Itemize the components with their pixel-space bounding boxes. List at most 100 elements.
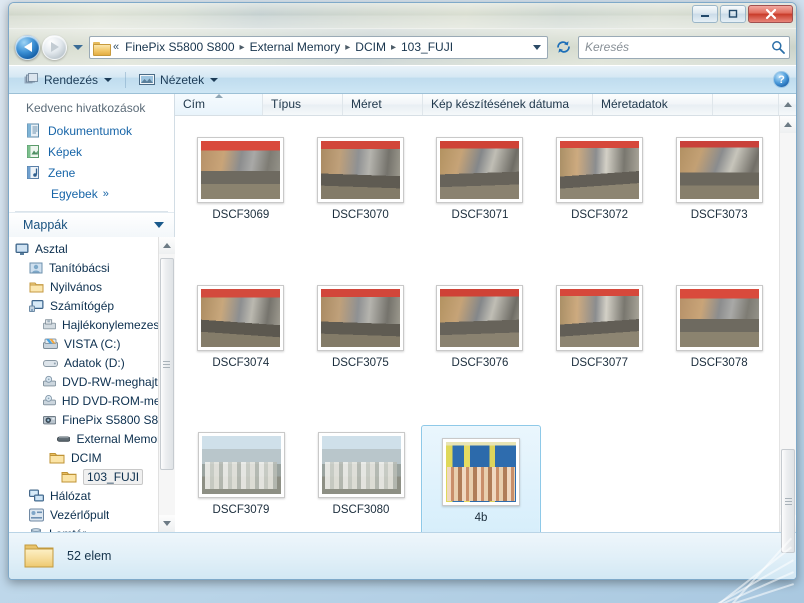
recent-locations-button[interactable] — [71, 44, 85, 50]
breadcrumb-item-0[interactable]: FinePix S5800 S800 — [122, 39, 237, 55]
sidebar-scroll-thumb[interactable] — [159, 258, 174, 471]
chevron-up-icon — [784, 122, 792, 127]
column-header-meret[interactable]: Méret — [343, 94, 423, 115]
tree-item-103-fuji[interactable]: 103_FUJI — [9, 467, 158, 486]
file-tile[interactable]: DSCF3078 — [659, 278, 779, 377]
tree-item-vista-c[interactable]: VISTA (C:) — [9, 334, 158, 353]
column-header-label: Méretadatok — [601, 97, 668, 111]
tree-item-tanitobacsi[interactable]: Tanítóbácsi — [9, 258, 158, 277]
title-bar[interactable] — [9, 3, 796, 29]
file-tile[interactable]: DSCF3071 — [420, 130, 540, 229]
chevron-right-icon[interactable]: ▸ — [389, 42, 398, 53]
explorer-window: « FinePix S5800 S800 ▸ External Memory ▸… — [8, 2, 797, 580]
chevron-right-icon[interactable]: ▸ — [343, 42, 352, 53]
column-header-kep-keszitesenek-datuma[interactable]: Kép készítésének dátuma — [423, 94, 593, 115]
sidebar-scroll-up-button[interactable] — [158, 237, 175, 255]
help-button[interactable]: ? — [773, 71, 790, 88]
sidebar-item-documents[interactable]: Dokumentumok — [9, 120, 174, 141]
file-tile[interactable]: DSCF3075 — [301, 278, 421, 377]
address-dropdown-button[interactable] — [529, 44, 545, 50]
file-tile-selected[interactable]: 4b — [421, 425, 541, 532]
tree-item-recycle-bin[interactable]: Lomtár — [9, 524, 158, 532]
back-button[interactable] — [15, 34, 40, 60]
tree-item-desktop[interactable]: Asztal — [9, 239, 158, 258]
organize-button[interactable]: Rendezés — [17, 69, 119, 91]
file-tile[interactable]: DSCF3073 — [659, 130, 779, 229]
tree-item-computer[interactable]: Számítógép — [9, 296, 158, 315]
file-tile[interactable]: DSCF3079 — [181, 425, 301, 524]
file-name: DSCF3074 — [212, 357, 270, 369]
sidebar-scrollbar[interactable] — [158, 237, 175, 532]
scroll-up-button[interactable] — [780, 116, 796, 133]
tree-item-control-panel[interactable]: Vezérlőpult — [9, 505, 158, 524]
breadcrumb-item-3[interactable]: 103_FUJI — [398, 39, 456, 55]
sidebar-item-label: Dokumentumok — [48, 123, 133, 138]
file-name: DSCF3075 — [331, 357, 389, 369]
chevron-right-icon[interactable]: ▸ — [238, 42, 247, 53]
breadcrumb-item-1[interactable]: External Memory — [247, 39, 344, 55]
scroll-track[interactable] — [780, 133, 796, 553]
grip-icon — [784, 497, 792, 505]
camera-icon — [43, 415, 57, 425]
tree-item-label: 103_FUJI — [83, 468, 144, 485]
minimize-button[interactable] — [692, 5, 718, 23]
tree-item-finepix-camera[interactable]: FinePix S5800 S800 — [9, 410, 158, 429]
column-header-tipus[interactable]: Típus — [263, 94, 343, 115]
file-list-scrollbar[interactable] — [779, 116, 796, 553]
tree-item-network[interactable]: Hálózat — [9, 486, 158, 505]
search-input[interactable] — [585, 40, 771, 54]
address-bar[interactable]: « FinePix S5800 S800 ▸ External Memory ▸… — [89, 35, 548, 59]
thumbnail — [316, 285, 404, 351]
views-button[interactable]: Nézetek — [132, 69, 225, 91]
chevron-down-icon[interactable] — [154, 222, 164, 229]
tree-item-external-memory[interactable]: External Memory — [9, 429, 158, 448]
maximize-button[interactable] — [720, 5, 746, 23]
folders-header[interactable]: Mappák — [9, 211, 174, 238]
documents-icon — [27, 123, 39, 138]
sidebar-item-music[interactable]: Zene — [9, 162, 174, 183]
thumbnail — [197, 432, 285, 498]
file-tile[interactable]: DSCF3074 — [181, 278, 301, 377]
tree-item-dcim[interactable]: DCIM — [9, 448, 158, 467]
status-item-count: 52 elem — [67, 549, 112, 563]
search-box[interactable] — [578, 35, 790, 59]
tree-item-floppy[interactable]: Hajlékonylemezes m — [9, 315, 158, 334]
file-name: DSCF3069 — [212, 209, 270, 221]
user-folder-icon — [29, 262, 43, 274]
file-tile[interactable]: DSCF3076 — [420, 278, 540, 377]
photo-preview — [201, 436, 281, 494]
sidebar-item-more[interactable]: Egyebek » — [9, 183, 174, 204]
thumbnail — [675, 137, 763, 203]
thumbnail-row: DSCF3074 DSCF3075 DSCF3076 DSCF3077 DSCF… — [181, 278, 779, 377]
tree-item-hd-dvd-rom[interactable]: HD DVD-ROM-megh — [9, 391, 158, 410]
breadcrumb-item-2[interactable]: DCIM — [352, 39, 389, 55]
breadcrumb-overflow-icon[interactable]: « — [112, 41, 122, 53]
file-tile[interactable]: DSCF3080 — [301, 425, 421, 524]
chevron-up-icon — [162, 243, 171, 249]
sidebar-scroll-track[interactable] — [158, 254, 175, 515]
column-header-meretadatok[interactable]: Méretadatok — [593, 94, 713, 115]
file-tile[interactable]: DSCF3070 — [301, 130, 421, 229]
column-header-corner[interactable] — [779, 94, 796, 115]
file-name: DSCF3079 — [212, 504, 270, 516]
tree-item-adatok-d[interactable]: Adatok (D:) — [9, 353, 158, 372]
column-header-label: Kép készítésének dátuma — [431, 97, 570, 111]
file-tile[interactable]: DSCF3072 — [540, 130, 660, 229]
sidebar-scroll-down-button[interactable] — [158, 515, 175, 532]
tree-item-nyilvanos[interactable]: Nyilvános — [9, 277, 158, 296]
computer-icon — [29, 299, 44, 312]
photo-preview — [560, 289, 640, 347]
thumbnail — [556, 285, 644, 351]
tree-item-dvd-rw[interactable]: DVD-RW-meghajtó ( — [9, 372, 158, 391]
column-header-label: Méret — [351, 97, 382, 111]
file-name: DSCF3080 — [332, 504, 390, 516]
file-tile[interactable]: DSCF3069 — [181, 130, 301, 229]
close-button[interactable] — [748, 5, 793, 23]
sidebar-item-pictures[interactable]: Képek — [9, 141, 174, 162]
file-name: DSCF3073 — [690, 209, 748, 221]
column-header-cim[interactable]: Cím — [175, 94, 263, 115]
forward-button[interactable] — [42, 34, 67, 60]
refresh-button[interactable] — [552, 36, 574, 59]
file-tile[interactable]: DSCF3077 — [540, 278, 660, 377]
scroll-thumb[interactable] — [781, 449, 795, 553]
